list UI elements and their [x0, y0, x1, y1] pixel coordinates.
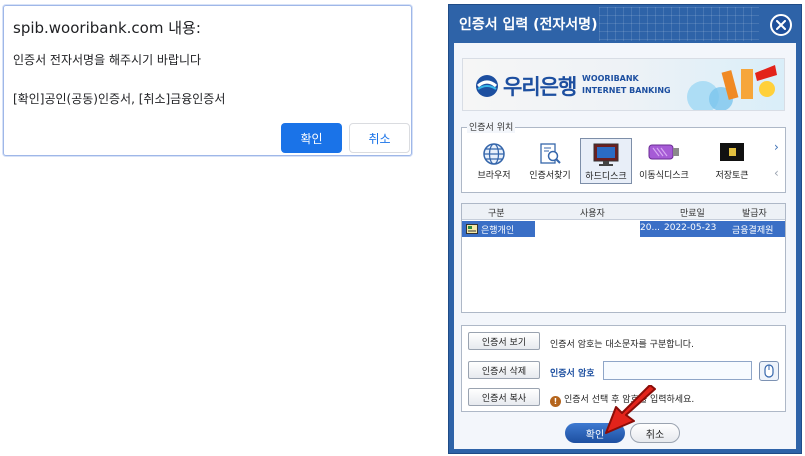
dialog-message-line2: [확인]공인(공동)인증서, [취소]금융인증서: [13, 92, 226, 106]
location-hard-disk-label: 하드디스크: [585, 172, 627, 182]
password-input[interactable]: [603, 361, 752, 380]
masked-user-name: [535, 221, 640, 237]
cert-search-icon: [540, 143, 561, 164]
security-token-icon: [720, 143, 744, 161]
titlebar-pattern: [599, 7, 759, 41]
cell-expiry: 2022-05-23: [664, 223, 717, 233]
certificate-table: 구분 사용자 만료일 발급자 은행개인 20... 2022-05-23 금융결: [461, 203, 786, 313]
cell-user-partial: 20...: [640, 223, 661, 233]
header-type: 구분: [488, 209, 505, 219]
virtual-keyboard-button[interactable]: [759, 361, 779, 381]
view-certificate-button[interactable]: 인증서 보기: [468, 332, 540, 350]
header-user: 사용자: [580, 209, 605, 219]
location-hard-disk[interactable]: 하드디스크: [580, 138, 632, 184]
usb-drive-icon: [648, 144, 679, 160]
location-browser[interactable]: 브라우저: [468, 138, 520, 184]
screenshot-root: spib.wooribank.com 내용: 인증서 전자서명을 해주시기 바랍…: [0, 0, 805, 456]
bank-logo-sub2: INTERNET BANKING: [582, 86, 671, 95]
delete-certificate-button[interactable]: 인증서 삭제: [468, 361, 540, 379]
bank-banner: 우리은행 WOORIBANK INTERNET BANKING: [462, 58, 785, 111]
woori-logo-icon: [476, 75, 498, 97]
globe-icon: [483, 143, 505, 165]
dialog-cancel-button[interactable]: 취소: [349, 123, 410, 153]
table-row[interactable]: 은행개인 20... 2022-05-23 금융결제원: [462, 221, 785, 237]
banner-illustration: [687, 65, 777, 110]
location-security-token[interactable]: 저장토큰: [706, 138, 758, 184]
location-usb-drive[interactable]: 이동식디스크: [638, 138, 690, 184]
header-issuer: 발급자: [742, 209, 767, 219]
location-usb-drive-label: 이동식디스크: [639, 171, 689, 181]
header-expiry: 만료일: [680, 209, 705, 219]
certificate-location-group: 인증서 위치 브라우저 인증서찾기 하드디스크 이동식디스크 저장토큰 › ‹: [461, 120, 786, 193]
cell-issuer: 금융결제원: [732, 226, 774, 236]
dialog-message-line1: 인증서 전자서명을 해주시기 바랍니다: [13, 53, 202, 67]
location-cert-search-label: 인증서찾기: [529, 171, 571, 181]
window-title: 인증서 입력 (전자서명): [459, 17, 598, 33]
close-button[interactable]: [770, 14, 792, 36]
password-case-hint: 인증서 암호는 대소문자를 구분합니다.: [550, 340, 694, 350]
location-legend: 인증서 위치: [467, 120, 516, 133]
bank-logo-text: 우리은행: [503, 75, 577, 99]
location-cert-search[interactable]: 인증서찾기: [524, 138, 576, 184]
certificate-icon: [466, 224, 478, 234]
mouse-icon: [764, 364, 774, 378]
warning-icon: !: [550, 396, 561, 407]
bank-logo-sub1: WOORIBANK: [582, 74, 639, 83]
password-label: 인증서 암호: [550, 369, 595, 379]
dialog-ok-button[interactable]: 확인: [281, 123, 342, 153]
location-security-token-label: 저장토큰: [715, 171, 749, 181]
browser-confirm-dialog: spib.wooribank.com 내용: 인증서 전자서명을 해주시기 바랍…: [3, 5, 412, 156]
location-next-arrow[interactable]: ›: [774, 140, 779, 154]
copy-certificate-button[interactable]: 인증서 복사: [468, 388, 540, 406]
location-prev-arrow[interactable]: ‹: [774, 166, 779, 180]
close-icon: [776, 20, 786, 30]
window-titlebar: 인증서 입력 (전자서명): [449, 5, 801, 43]
table-header: 구분 사용자 만료일 발급자: [462, 204, 785, 220]
location-browser-label: 브라우저: [477, 171, 511, 181]
red-pointer-arrow-icon: [605, 385, 656, 434]
hard-disk-icon: [593, 143, 619, 166]
cell-type: 은행개인: [481, 226, 515, 236]
dialog-origin: spib.wooribank.com 내용:: [13, 19, 201, 37]
